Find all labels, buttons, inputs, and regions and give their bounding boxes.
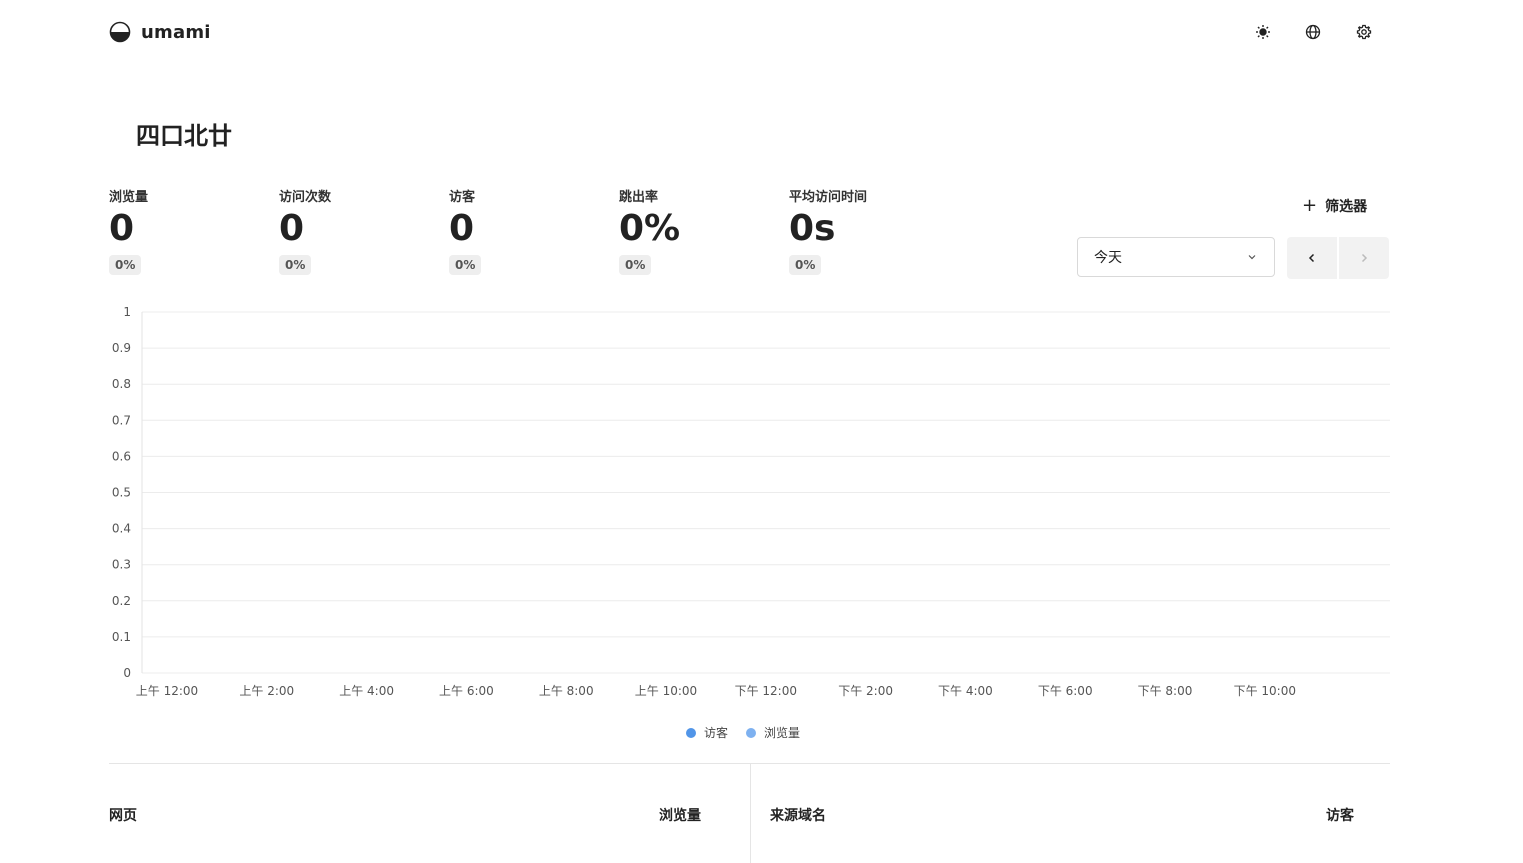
legend-swatch [746,727,757,738]
x-tick-label: 上午 6:00 [439,684,494,698]
metric-value: 0s [789,208,836,249]
language-button[interactable] [1301,20,1325,44]
chevron-left-icon [1308,253,1315,263]
y-tick-label: 0.8 [112,377,131,391]
y-tick-label: 0.3 [112,558,131,572]
y-tick-label: 0.1 [112,630,131,644]
metric-change-badge: 0% [109,255,142,275]
metric-label: 浏览量 [109,190,149,205]
pages-table-metric: 浏览量 [659,808,701,824]
x-tick-label: 下午 6:00 [1038,684,1093,698]
page-title: 四口北廿 [136,122,232,150]
metric-change-badge: 0% [279,255,312,275]
add-filter-button[interactable]: + 筛选器 [1302,196,1367,216]
metric-pageviews: 浏览量 0 0% [109,186,148,275]
metric-label: 平均访问时间 [789,190,868,205]
next-period-button[interactable] [1339,237,1389,279]
plus-icon: + [1302,195,1318,216]
umami-logo-icon [109,21,131,43]
y-tick-label: 0.6 [112,449,131,463]
brand-logo[interactable]: umami [109,21,211,43]
metric-label: 访客 [449,190,476,205]
metric-value: 0 [109,208,135,249]
y-tick-label: 0.9 [112,341,131,355]
x-tick-label: 上午 12:00 [136,684,198,698]
metric-change-badge: 0% [449,255,482,275]
chevron-right-icon [1361,253,1368,263]
x-tick-label: 上午 10:00 [635,684,697,698]
metric-value: 0 [279,208,305,249]
y-tick-label: 0.5 [112,486,131,500]
y-tick-label: 0.7 [112,413,131,427]
x-tick-label: 下午 10:00 [1234,684,1296,698]
previous-period-button[interactable] [1287,237,1337,279]
y-tick-label: 0 [123,666,131,680]
x-tick-label: 下午 8:00 [1138,684,1193,698]
sun-icon [1256,25,1270,39]
x-tick-label: 下午 12:00 [735,684,797,698]
legend-label: 浏览量 [764,726,801,740]
legend-item[interactable]: 访客 [686,724,728,741]
metric-label: 跳出率 [619,190,659,205]
settings-button[interactable] [1352,20,1376,44]
x-tick-label: 上午 8:00 [539,684,594,698]
filter-label: 筛选器 [1325,199,1368,215]
gear-icon [1356,24,1372,40]
app-header: umami [0,0,1523,64]
metric-visit-duration: 平均访问时间 0s 0% [789,186,867,275]
legend-label: 访客 [704,726,729,740]
date-range-select[interactable]: 今天 [1077,237,1275,277]
traffic-chart: 0 0.1 0.2 0.3 0.4 0.5 0.6 0.7 0.8 0.9 1 上午 12:00 上午 … [112,305,1390,698]
y-tick-label: 0.2 [112,594,131,608]
referrers-table-title: 来源域名 [770,808,826,824]
metric-visits: 访问次数 0 0% [279,186,331,275]
metric-bounce-rate: 跳出率 0% 0% [619,186,680,275]
pages-table-title: 网页 [109,808,137,824]
brand-name: umami [141,21,211,43]
date-nav [1287,237,1389,279]
metric-change-badge: 0% [619,255,652,275]
chevron-down-icon [1248,255,1256,260]
metric-visitors: 访客 0 0% [449,186,482,275]
column-divider [750,764,751,863]
theme-toggle-button[interactable] [1251,20,1275,44]
x-tick-label: 下午 4:00 [938,684,993,698]
legend-item[interactable]: 浏览量 [746,724,800,741]
metric-value: 0% [619,208,681,249]
metric-value: 0 [449,208,475,249]
globe-icon [1305,24,1321,40]
x-tick-label: 上午 2:00 [239,684,294,698]
x-tick-label: 上午 4:00 [339,684,394,698]
x-tick-label: 下午 2:00 [838,684,893,698]
metric-change-badge: 0% [789,255,822,275]
date-range-value: 今天 [1094,250,1122,266]
chart-legend: 访客 浏览量 [686,724,800,741]
legend-swatch [686,727,696,738]
referrers-table-metric: 访客 [1326,808,1354,824]
metric-label: 访问次数 [279,190,332,205]
y-tick-label: 0.4 [112,522,131,536]
y-tick-label: 1 [123,305,131,319]
